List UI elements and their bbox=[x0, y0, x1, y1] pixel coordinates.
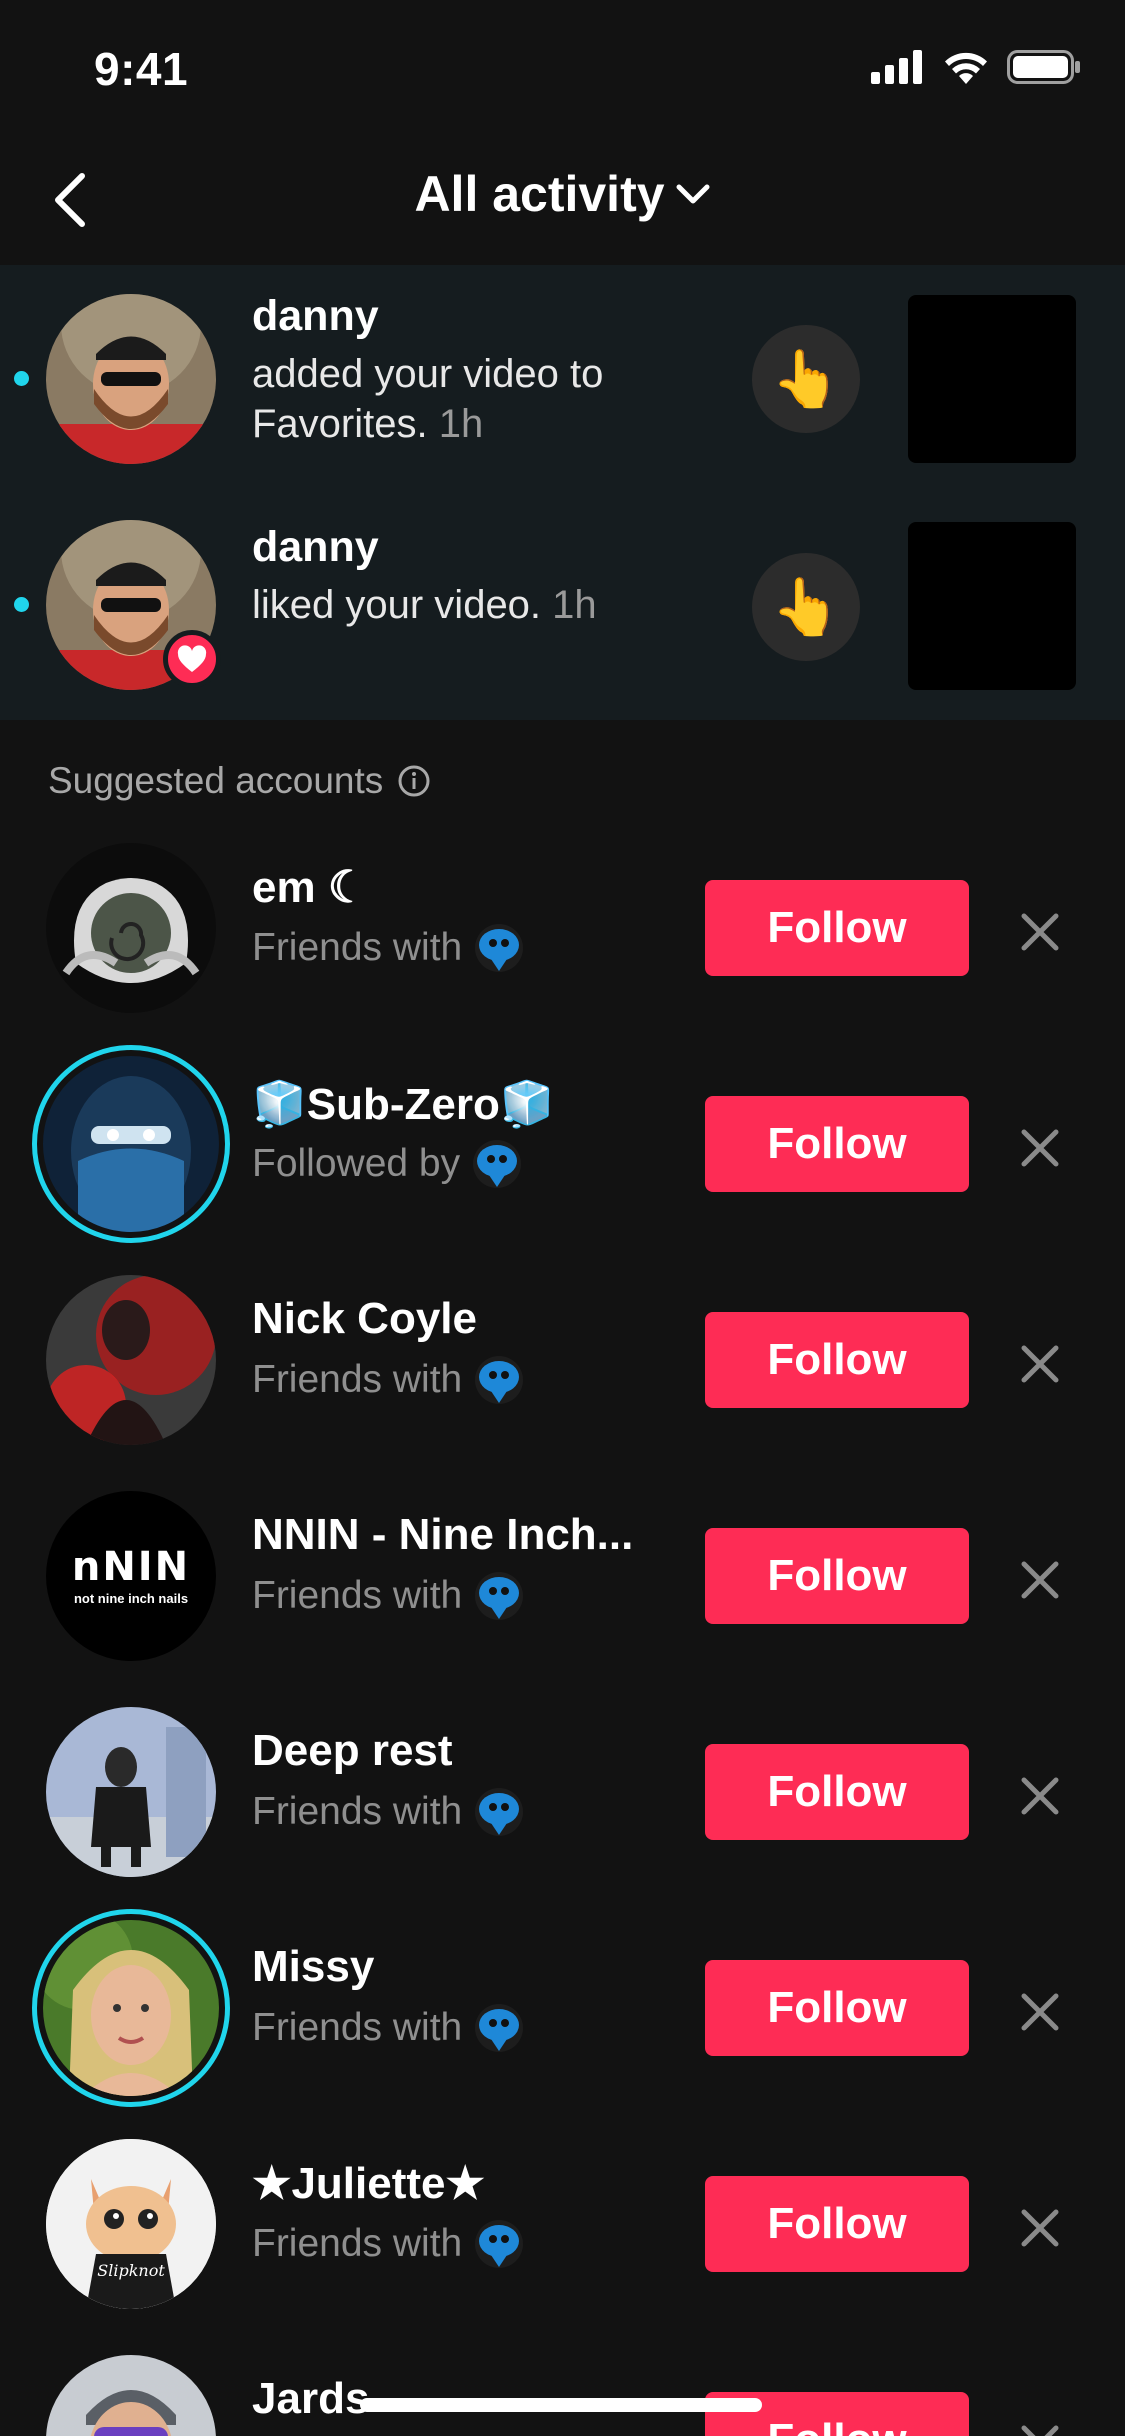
close-icon bbox=[1021, 1561, 1059, 1599]
suggested-account-row[interactable]: Deep rest Friends with Follow bbox=[0, 1684, 1125, 1900]
account-relation: Friends with bbox=[252, 1787, 524, 1837]
dismiss-button[interactable] bbox=[1010, 902, 1070, 962]
account-name[interactable]: Missy bbox=[252, 1942, 652, 1992]
battery-icon bbox=[1007, 50, 1080, 84]
dismiss-button[interactable] bbox=[1010, 1118, 1070, 1178]
notification-message: added your video to Favorites. 1h bbox=[252, 352, 604, 446]
dismiss-button[interactable] bbox=[1010, 2198, 1070, 2258]
suggested-account-row[interactable]: 🧊Sub-Zero🧊 Followed by Follow bbox=[0, 1036, 1125, 1252]
video-thumbnail[interactable] bbox=[908, 522, 1076, 690]
activity-filter-dropdown[interactable]: All activity bbox=[0, 165, 1125, 223]
account-relation: Followed by bbox=[252, 1139, 522, 1189]
close-icon bbox=[1021, 913, 1059, 951]
avatar[interactable]: Slipknot bbox=[46, 2139, 216, 2309]
follow-button[interactable]: Follow bbox=[705, 1744, 969, 1840]
suggested-account-row[interactable]: Nick Coyle Friends with Follow bbox=[0, 1252, 1125, 1468]
close-icon bbox=[1021, 2209, 1059, 2247]
mutual-friend-avatar bbox=[475, 1356, 524, 1404]
info-icon[interactable] bbox=[397, 764, 431, 798]
follow-button[interactable]: Follow bbox=[705, 1960, 969, 2056]
account-relation: Friends with bbox=[252, 2003, 524, 2053]
dismiss-button[interactable] bbox=[1010, 1982, 1070, 2042]
account-name[interactable]: Nick Coyle bbox=[252, 1294, 652, 1344]
avatar[interactable] bbox=[32, 1045, 230, 1243]
mutual-friend-avatar bbox=[475, 2004, 524, 2052]
close-icon bbox=[1021, 1129, 1059, 1167]
header: All activity bbox=[0, 135, 1125, 265]
notification-time: 1h bbox=[552, 583, 597, 627]
account-name[interactable]: NNIN - Nine Inch... bbox=[252, 1510, 652, 1560]
status-time: 9:41 bbox=[94, 43, 189, 95]
avatar-logo-subtext: not nine inch nails bbox=[73, 1590, 189, 1606]
dismiss-button[interactable] bbox=[1010, 1334, 1070, 1394]
notification-username[interactable]: danny bbox=[252, 292, 379, 341]
account-name[interactable]: Deep rest bbox=[252, 1726, 652, 1776]
avatar[interactable] bbox=[46, 1275, 216, 1445]
avatar[interactable]: nNIN not nine inch nails bbox=[46, 1491, 216, 1661]
follow-button[interactable]: Follow bbox=[705, 1096, 969, 1192]
account-name[interactable]: ★Juliette★ bbox=[252, 2158, 652, 2209]
notification-item[interactable]: danny liked your video. 1h 👆 bbox=[0, 493, 1125, 721]
follow-button[interactable]: Follow bbox=[705, 2176, 969, 2272]
avatar[interactable] bbox=[46, 843, 216, 1013]
account-name[interactable]: 🧊Sub-Zero🧊 bbox=[252, 1078, 652, 1130]
follow-button[interactable]: Follow bbox=[705, 1312, 969, 1408]
avatar[interactable] bbox=[46, 2355, 216, 2436]
dismiss-button[interactable] bbox=[1010, 1550, 1070, 1610]
suggested-accounts-label: Suggested accounts bbox=[48, 760, 384, 801]
wifi-icon bbox=[945, 52, 987, 84]
status-icons bbox=[871, 50, 1081, 84]
status-bar: 9:41 bbox=[0, 0, 1125, 135]
mutual-friend-avatar bbox=[475, 2220, 524, 2268]
account-relation: Friends with bbox=[252, 1571, 524, 1621]
unread-dot bbox=[14, 371, 29, 386]
close-icon bbox=[1021, 1345, 1059, 1383]
pointing-hand-icon: 👆 bbox=[771, 347, 841, 410]
follow-button[interactable]: Follow bbox=[705, 1528, 969, 1624]
avatar-logo-text: nNIN bbox=[71, 1543, 191, 1590]
avatar[interactable] bbox=[46, 294, 216, 464]
close-icon bbox=[1021, 1777, 1059, 1815]
suggested-accounts-header: Suggested accounts bbox=[48, 760, 431, 802]
account-relation: Friends with bbox=[252, 1355, 524, 1405]
notification-item[interactable]: danny added your video to Favorites. 1h … bbox=[0, 265, 1125, 493]
avatar[interactable] bbox=[46, 1707, 216, 1877]
account-relation: Friends with bbox=[252, 923, 524, 973]
suggested-account-row[interactable]: em ☾ Friends with Follow bbox=[0, 820, 1125, 1036]
wave-button[interactable]: 👆 bbox=[752, 553, 860, 661]
video-thumbnail[interactable] bbox=[908, 295, 1076, 463]
dismiss-button[interactable] bbox=[1010, 2414, 1070, 2436]
mutual-friend-avatar bbox=[475, 1788, 524, 1836]
dismiss-button[interactable] bbox=[1010, 1766, 1070, 1826]
mutual-friend-avatar bbox=[475, 1572, 524, 1620]
account-name[interactable]: em ☾ bbox=[252, 862, 652, 913]
cellular-signal-icon bbox=[871, 50, 922, 84]
suggested-account-row[interactable]: nNIN not nine inch nails NNIN - Nine Inc… bbox=[0, 1468, 1125, 1684]
notification-time: 1h bbox=[438, 402, 484, 446]
suggested-account-row[interactable]: Jards Follow bbox=[0, 2332, 1125, 2436]
avatar-shirt-text: Slipknot bbox=[97, 2261, 165, 2280]
wave-button[interactable]: 👆 bbox=[752, 325, 860, 433]
mutual-friend-avatar bbox=[473, 1140, 522, 1188]
account-relation: Friends with bbox=[252, 2219, 524, 2269]
page-title: All activity bbox=[414, 166, 665, 222]
close-icon bbox=[1021, 2425, 1059, 2436]
notification-list: danny added your video to Favorites. 1h … bbox=[0, 265, 1125, 720]
pointing-hand-icon: 👆 bbox=[771, 575, 841, 638]
unread-dot bbox=[14, 597, 29, 612]
home-indicator[interactable] bbox=[360, 2398, 762, 2412]
notification-username[interactable]: danny bbox=[252, 523, 379, 572]
suggested-account-row[interactable]: Missy Friends with Follow bbox=[0, 1900, 1125, 2116]
avatar[interactable] bbox=[32, 1909, 230, 2107]
suggested-account-row[interactable]: Slipknot ★Juliette★ Friends with Follow bbox=[0, 2116, 1125, 2332]
chevron-down-icon bbox=[676, 184, 710, 204]
heart-badge-icon bbox=[163, 630, 221, 688]
mutual-friend-avatar bbox=[475, 924, 524, 972]
notification-message: liked your video. 1h bbox=[252, 583, 597, 627]
close-icon bbox=[1021, 1993, 1059, 2031]
follow-button[interactable]: Follow bbox=[705, 880, 969, 976]
